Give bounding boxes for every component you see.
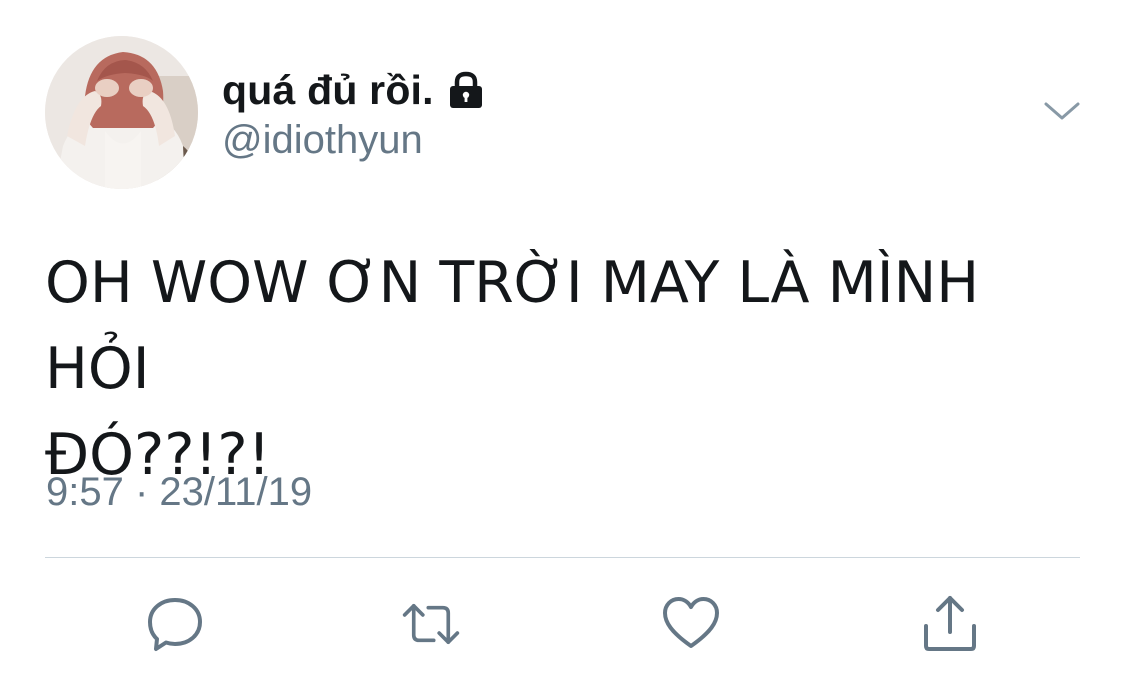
like-button[interactable] (661, 594, 721, 654)
author-handle[interactable]: @idiothyun (222, 118, 423, 163)
reply-button[interactable] (145, 594, 205, 654)
lock-icon (446, 70, 486, 110)
reply-icon (148, 598, 202, 651)
author-name-row[interactable]: quá đủ rồi. (222, 66, 486, 114)
tweet-text-line: OH WOW ƠN TRỜI MAY LÀ MÌNH HỎI (45, 250, 980, 402)
avatar-image (45, 36, 198, 189)
tweet-card: quá đủ rồi. @idiothyun OH WOW ƠN TRỜI MA… (0, 0, 1125, 691)
retweet-icon (402, 604, 460, 645)
avatar[interactable] (45, 36, 198, 189)
heart-icon (663, 597, 719, 648)
divider (45, 557, 1080, 558)
retweet-button[interactable] (401, 594, 461, 654)
chevron-down-icon[interactable] (1042, 96, 1082, 126)
tweet-text: OH WOW ƠN TRỜI MAY LÀ MÌNH HỎI ĐÓ??!?! (45, 240, 1085, 498)
share-button[interactable] (920, 594, 980, 654)
display-name[interactable]: quá đủ rồi. (222, 67, 434, 114)
share-icon (924, 596, 976, 651)
tweet-timestamp[interactable]: 9:57 · 23/11/19 (46, 470, 312, 515)
